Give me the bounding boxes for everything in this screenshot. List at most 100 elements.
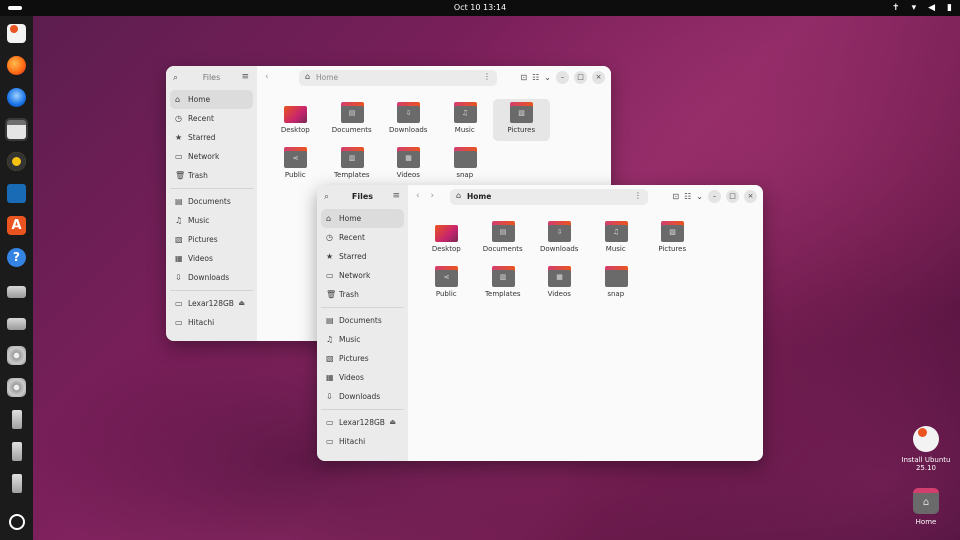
chevron-down-icon[interactable]: ⌄ bbox=[696, 192, 703, 201]
dock-usb-1[interactable] bbox=[5, 408, 28, 431]
minimize-button[interactable]: – bbox=[708, 190, 721, 203]
music-icon: ♫ bbox=[175, 216, 183, 225]
dock-drive-1[interactable] bbox=[5, 280, 28, 303]
minimize-button[interactable]: – bbox=[556, 71, 569, 84]
clock[interactable]: Oct 10 13:14 bbox=[0, 3, 960, 12]
desktop-icon-home[interactable]: ⌂ Home bbox=[896, 488, 956, 526]
dock-disc-2[interactable] bbox=[5, 376, 28, 399]
sidebar-item-hitachi[interactable]: ▭ Hitachi bbox=[321, 432, 404, 451]
dock-firefox[interactable] bbox=[5, 54, 28, 77]
usb-icon bbox=[11, 410, 22, 429]
folder-music[interactable]: ♫ Music bbox=[437, 99, 494, 141]
more-options-icon[interactable]: ⋮ bbox=[634, 191, 642, 200]
sidebar-item-documents[interactable]: ▤ Documents bbox=[321, 311, 404, 330]
folder-label: Templates bbox=[333, 171, 370, 179]
sidebar-item-network[interactable]: ▭ Network bbox=[321, 266, 404, 285]
more-options-icon[interactable]: ⋮ bbox=[483, 72, 491, 81]
sidebar-item-hitachi[interactable]: ▭ Hitachi bbox=[170, 313, 253, 332]
folder-videos[interactable]: ▦ Videos bbox=[531, 263, 588, 305]
files-window-foreground[interactable]: ⌕ Files ≡ ⌂ Home ◷ Recent ★ Starred ▭ Networ… bbox=[317, 185, 763, 461]
folder-templates[interactable]: ▥ Templates bbox=[475, 263, 532, 305]
new-folder-icon[interactable]: ⊡ bbox=[520, 73, 527, 82]
folder-templates[interactable]: ▥ Templates bbox=[324, 144, 381, 186]
folder-downloads[interactable]: ⇩ Downloads bbox=[531, 218, 588, 260]
view-list-icon[interactable]: ☷ bbox=[532, 73, 539, 82]
dock-help[interactable]: ? bbox=[5, 246, 28, 269]
dock-files[interactable] bbox=[5, 118, 28, 141]
sidebar-item-documents[interactable]: ▤ Documents bbox=[170, 192, 253, 211]
sidebar-item-lexar[interactable]: ▭ Lexar128GB ⏏ bbox=[170, 294, 253, 313]
close-button[interactable]: × bbox=[592, 71, 605, 84]
maximize-button[interactable]: □ bbox=[574, 71, 587, 84]
path-bar[interactable]: ⌂ Home ⋮ bbox=[450, 189, 648, 205]
drive-icon: ▭ bbox=[175, 318, 183, 327]
sidebar-item-trash[interactable]: 🗑 Trash bbox=[321, 285, 404, 304]
eject-icon[interactable]: ⏏ bbox=[238, 294, 245, 313]
view-list-icon[interactable]: ☷ bbox=[684, 192, 691, 201]
sidebar-item-pictures[interactable]: ▧ Pictures bbox=[321, 349, 404, 368]
sidebar-item-starred[interactable]: ★ Starred bbox=[170, 128, 253, 147]
system-status-area[interactable]: ✝ ▾ ◀ ▮ bbox=[892, 2, 952, 14]
folder-music[interactable]: ♫ Music bbox=[588, 218, 645, 260]
hamburger-menu-icon[interactable]: ≡ bbox=[392, 191, 400, 201]
folder-pictures[interactable]: ▧ Pictures bbox=[493, 99, 550, 141]
show-apps-button[interactable] bbox=[5, 510, 28, 533]
sidebar-item-downloads[interactable]: ⇩ Downloads bbox=[321, 387, 404, 406]
folder-pictures[interactable]: ▧ Pictures bbox=[644, 218, 701, 260]
folder-public[interactable]: ⋖ Public bbox=[267, 144, 324, 186]
folder-desktop[interactable]: Desktop bbox=[418, 218, 475, 260]
folder-public[interactable]: ⋖ Public bbox=[418, 263, 475, 305]
maximize-button[interactable]: □ bbox=[726, 190, 739, 203]
dock-rhythmbox[interactable] bbox=[5, 150, 28, 173]
eject-icon[interactable]: ⏏ bbox=[389, 413, 396, 432]
chevron-down-icon[interactable]: ⌄ bbox=[544, 73, 551, 82]
battery-icon: ▮ bbox=[947, 3, 952, 13]
sidebar-item-home[interactable]: ⌂ Home bbox=[321, 209, 404, 228]
dock: A ? bbox=[0, 16, 33, 540]
folder-label: snap bbox=[607, 290, 625, 298]
folder-downloads[interactable]: ⇩ Downloads bbox=[380, 99, 437, 141]
folder-desktop[interactable]: Desktop bbox=[267, 99, 324, 141]
sidebar-item-network[interactable]: ▭ Network bbox=[170, 147, 253, 166]
libreoffice-writer-icon bbox=[7, 184, 26, 203]
sidebar-item-home[interactable]: ⌂ Home bbox=[170, 90, 253, 109]
back-arrow-icon[interactable]: ‹ bbox=[265, 72, 273, 82]
dock-writer[interactable] bbox=[5, 182, 28, 205]
sidebar-item-music[interactable]: ♫ Music bbox=[170, 211, 253, 230]
dock-thunderbird[interactable] bbox=[5, 86, 28, 109]
firefox-icon bbox=[7, 56, 26, 75]
sidebar-item-lexar[interactable]: ▭ Lexar128GB ⏏ bbox=[321, 413, 404, 432]
sidebar-item-label: Pictures bbox=[188, 235, 218, 244]
dock-app-center[interactable]: A bbox=[5, 214, 28, 237]
close-button[interactable]: × bbox=[744, 190, 757, 203]
sidebar-item-videos[interactable]: ▦ Videos bbox=[321, 368, 404, 387]
dock-installer[interactable] bbox=[5, 22, 28, 45]
disc-icon bbox=[7, 378, 26, 397]
clock-icon: ◷ bbox=[326, 233, 333, 242]
folder-videos[interactable]: ▦ Videos bbox=[380, 144, 437, 186]
folder-documents[interactable]: ▤ Documents bbox=[475, 218, 532, 260]
dock-usb-2[interactable] bbox=[5, 440, 28, 463]
sidebar-item-downloads[interactable]: ⇩ Downloads bbox=[170, 268, 253, 287]
sidebar-item-recent[interactable]: ◷ Recent bbox=[170, 109, 253, 128]
sidebar-item-recent[interactable]: ◷ Recent bbox=[321, 228, 404, 247]
sidebar-item-music[interactable]: ♫ Music bbox=[321, 330, 404, 349]
desktop-icon-install-ubuntu[interactable]: Install Ubuntu 25.10 bbox=[896, 426, 956, 472]
sidebar-item-label: Lexar128GB bbox=[339, 418, 385, 427]
dock-usb-3[interactable] bbox=[5, 472, 28, 495]
folder-snap[interactable]: snap bbox=[588, 263, 645, 305]
sidebar-item-starred[interactable]: ★ Starred bbox=[321, 247, 404, 266]
sidebar-item-pictures[interactable]: ▧ Pictures bbox=[170, 230, 253, 249]
back-forward-arrows-icon[interactable]: ‹ › bbox=[416, 191, 438, 201]
path-bar[interactable]: ⌂ Home ⋮ bbox=[299, 70, 497, 86]
folder-documents[interactable]: ▤ Documents bbox=[324, 99, 381, 141]
dock-drive-2[interactable] bbox=[5, 312, 28, 335]
home-icon: ⌂ bbox=[456, 191, 462, 200]
dock-disc-1[interactable] bbox=[5, 344, 28, 367]
new-folder-icon[interactable]: ⊡ bbox=[672, 192, 679, 201]
sidebar-item-trash[interactable]: 🗑 Trash bbox=[170, 166, 253, 185]
folder-snap[interactable]: snap bbox=[437, 144, 494, 186]
hamburger-menu-icon[interactable]: ≡ bbox=[241, 72, 249, 82]
sidebar-item-label: Downloads bbox=[188, 273, 230, 282]
sidebar-item-videos[interactable]: ▦ Videos bbox=[170, 249, 253, 268]
